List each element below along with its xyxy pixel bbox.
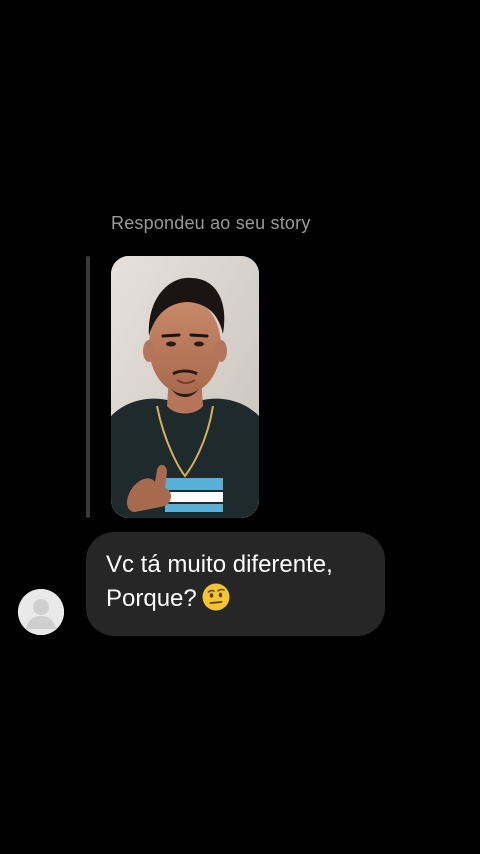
message-line-2: Porque?	[106, 585, 197, 612]
message-text: Vc tá muito diferente, Porque?	[106, 548, 365, 616]
story-thumbnail[interactable]	[111, 256, 259, 518]
sender-avatar[interactable]	[18, 589, 64, 635]
message-bubble[interactable]: Vc tá muito diferente, Porque?	[86, 532, 385, 636]
reply-indicator-line	[86, 256, 90, 518]
message-line-2-wrap: Porque?	[106, 582, 365, 616]
message-line-1: Vc tá muito diferente,	[106, 551, 333, 578]
dm-thread-screen: Respondeu ao seu story Vc tá muito difer…	[0, 0, 480, 854]
story-reply-caption: Respondeu ao seu story	[111, 213, 311, 233]
default-avatar-icon	[18, 589, 64, 635]
face-with-raised-eyebrow-icon	[201, 582, 231, 612]
story-photo-icon	[111, 256, 259, 518]
